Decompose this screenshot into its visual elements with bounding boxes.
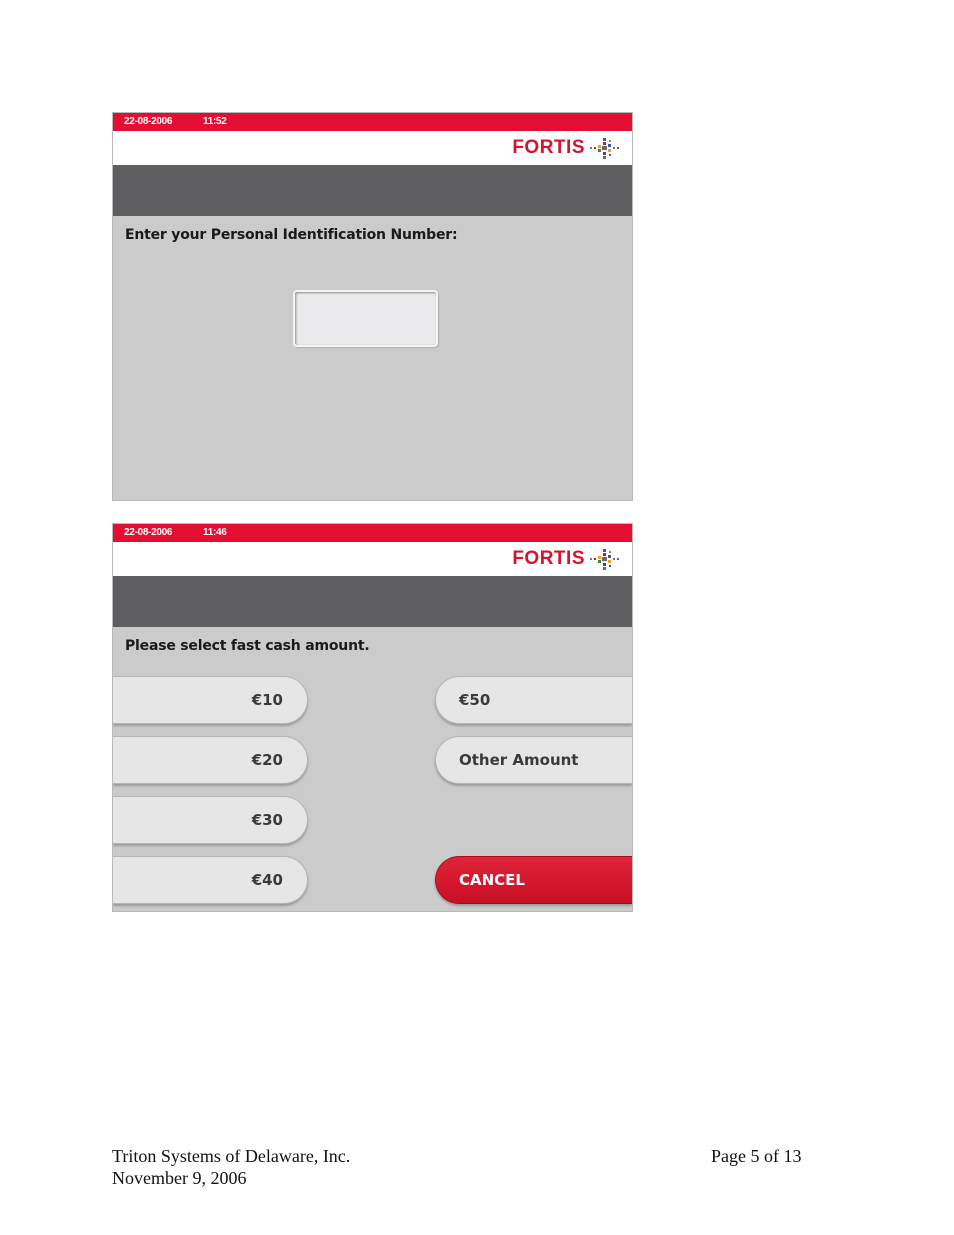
footer-company: Triton Systems of Delaware, Inc. xyxy=(112,1146,351,1166)
cancel-button[interactable]: CANCEL xyxy=(435,856,632,904)
amount-30-button[interactable]: €30 xyxy=(113,796,308,844)
status-time: 11:46 xyxy=(203,527,227,538)
fortis-logo: FORTIS xyxy=(512,135,620,161)
atm-screen-pin-entry: 22-08-2006 11:52 FORTIS Enter your Perso… xyxy=(112,112,633,501)
amount-20-button[interactable]: €20 xyxy=(113,736,308,784)
fortis-logo-mark-icon xyxy=(590,549,619,570)
logo-bar: FORTIS xyxy=(113,131,632,165)
fortis-logo-mark-icon xyxy=(590,138,619,159)
status-bar: 22-08-2006 11:52 xyxy=(113,113,632,131)
status-date: 22-08-2006 xyxy=(124,527,173,538)
logo-bar: FORTIS xyxy=(113,542,632,576)
footer-date: November 9, 2006 xyxy=(112,1168,247,1188)
logo-text: FORTIS xyxy=(512,548,585,569)
pin-input[interactable] xyxy=(293,290,438,347)
fast-cash-prompt: Please select fast cash amount. xyxy=(125,638,370,654)
amount-40-button[interactable]: €40 xyxy=(113,856,308,904)
fortis-logo: FORTIS xyxy=(512,546,620,572)
atm-screen-fast-cash: 22-08-2006 11:46 FORTIS Please select fa… xyxy=(112,523,633,912)
pin-prompt: Enter your Personal Identification Numbe… xyxy=(125,227,458,243)
logo-text: FORTIS xyxy=(512,137,585,158)
footer-page-number: Page 5 of 13 xyxy=(711,1146,802,1166)
header-band xyxy=(113,165,632,216)
status-date: 22-08-2006 xyxy=(124,116,173,127)
amount-10-button[interactable]: €10 xyxy=(113,676,308,724)
other-amount-button[interactable]: Other Amount xyxy=(435,736,632,784)
amount-50-button[interactable]: €50 xyxy=(435,676,632,724)
status-bar: 22-08-2006 11:46 xyxy=(113,524,632,542)
header-band xyxy=(113,576,632,627)
status-time: 11:52 xyxy=(203,116,227,127)
